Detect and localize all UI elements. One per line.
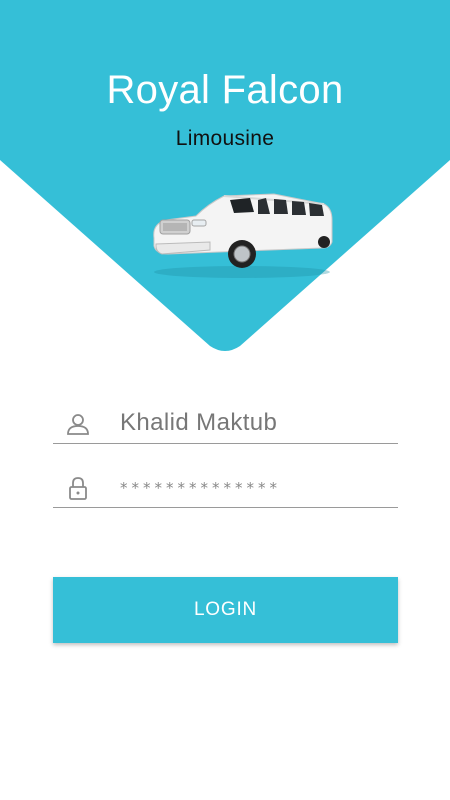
limousine-image (153, 193, 333, 278)
password-field[interactable]: ************** (53, 467, 398, 508)
app-subtitle: Limousine (175, 127, 275, 150)
user-icon (67, 414, 89, 435)
password-value: ************** (120, 479, 281, 497)
login-button[interactable]: LOGIN (53, 577, 398, 643)
lock-icon (69, 477, 87, 500)
username-field[interactable]: Khalid Maktub (53, 403, 398, 444)
header-background (0, 0, 450, 351)
username-value: Khalid Maktub (120, 409, 278, 436)
app-title: Royal Falcon (106, 68, 344, 112)
